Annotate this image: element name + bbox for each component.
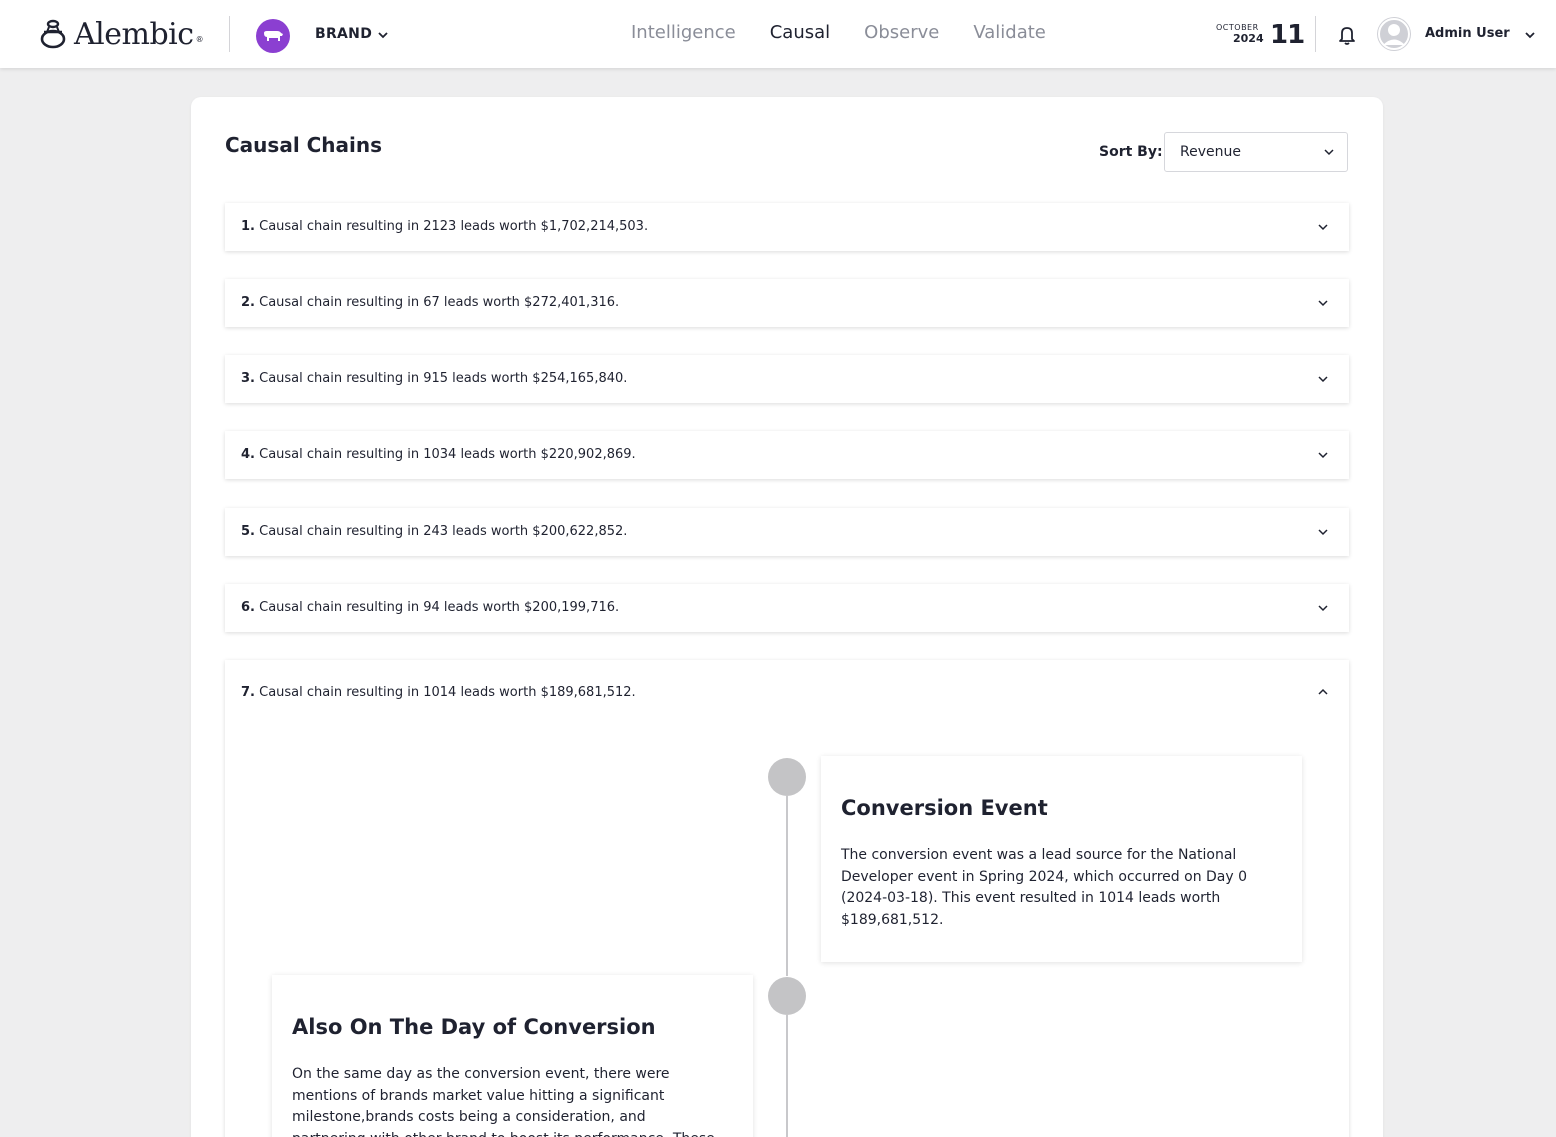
chain-item[interactable]: 4. Causal chain resulting in 1034 leads …	[225, 431, 1349, 479]
chain-number: 4.	[241, 447, 255, 462]
causal-chains-card: Causal Chains Sort By: Revenue 1. Causal…	[191, 97, 1383, 1137]
header-divider	[229, 16, 230, 52]
chain-summary: Causal chain resulting in 94 leads worth…	[259, 600, 620, 615]
chevron-down-icon[interactable]	[1317, 373, 1329, 385]
timeline-connector	[786, 796, 788, 976]
date-year: 2024	[1233, 32, 1264, 45]
sort-by-select[interactable]: Revenue	[1164, 132, 1348, 172]
tab-causal[interactable]: Causal	[770, 22, 830, 43]
chain-item[interactable]: 6. Causal chain resulting in 94 leads wo…	[225, 584, 1349, 632]
page-title: Causal Chains	[225, 133, 383, 157]
timeline-event-card: Conversion Event The conversion event wa…	[821, 756, 1302, 962]
chain-item[interactable]: 1. Causal chain resulting in 2123 leads …	[225, 203, 1349, 251]
chevron-down-icon[interactable]	[1523, 28, 1537, 42]
chevron-down-icon[interactable]	[1317, 449, 1329, 461]
user-silhouette-icon	[1378, 18, 1410, 50]
chain-item[interactable]: 3. Causal chain resulting in 915 leads w…	[225, 355, 1349, 403]
tab-intelligence[interactable]: Intelligence	[631, 22, 736, 43]
chain-item[interactable]: 5. Causal chain resulting in 243 leads w…	[225, 508, 1349, 556]
event-title: Conversion Event	[841, 796, 1048, 820]
sort-by-value: Revenue	[1180, 144, 1241, 160]
chevron-down-icon[interactable]	[1317, 526, 1329, 538]
brand-animal-icon	[264, 31, 283, 41]
event-description: On the same day as the conversion event,…	[292, 1066, 715, 1137]
chain-number: 7.	[241, 685, 255, 700]
user-name[interactable]: Admin User	[1425, 26, 1510, 41]
chevron-up-icon[interactable]	[1317, 686, 1329, 698]
chain-item[interactable]: 2. Causal chain resulting in 67 leads wo…	[225, 279, 1349, 327]
chain-number: 1.	[241, 219, 255, 234]
brand-avatar[interactable]	[256, 19, 290, 53]
date-day: 11	[1270, 20, 1305, 50]
chevron-down-icon[interactable]	[1317, 297, 1329, 309]
user-avatar[interactable]	[1377, 17, 1411, 51]
alembic-flask-icon	[40, 19, 66, 49]
chain-summary: Causal chain resulting in 2123 leads wor…	[259, 219, 649, 234]
chain-item-expanded[interactable]: 7. Causal chain resulting in 1014 leads …	[225, 660, 1349, 1137]
timeline-node	[768, 977, 806, 1015]
chain-summary: Causal chain resulting in 1014 leads wor…	[259, 685, 636, 700]
brand-selector-label[interactable]: BRAND	[315, 26, 372, 42]
event-title: Also On The Day of Conversion	[292, 1015, 656, 1039]
tab-validate[interactable]: Validate	[973, 22, 1046, 43]
chevron-down-icon[interactable]	[376, 28, 390, 42]
chain-number: 3.	[241, 371, 255, 386]
chain-summary: Causal chain resulting in 67 leads worth…	[259, 295, 620, 310]
timeline-event-card: Also On The Day of Conversion On the sam…	[272, 975, 753, 1137]
event-description: The conversion event was a lead source f…	[841, 847, 1248, 928]
date-month: OCTOBER	[1216, 23, 1259, 32]
top-nav-bar: Alembic ® BRAND Intelligence Causal Obse…	[0, 0, 1556, 68]
chevron-down-icon[interactable]	[1317, 602, 1329, 614]
tab-observe[interactable]: Observe	[864, 22, 939, 43]
chevron-down-icon	[1324, 149, 1334, 156]
logo-wordmark: Alembic	[74, 16, 194, 52]
main-nav-tabs: Intelligence Causal Observe Validate	[631, 22, 1080, 43]
chevron-down-icon[interactable]	[1317, 221, 1329, 233]
header-divider	[1315, 16, 1316, 52]
logo-registered-mark: ®	[195, 35, 204, 44]
chain-summary: Causal chain resulting in 243 leads wort…	[259, 524, 628, 539]
bell-icon[interactable]	[1337, 24, 1357, 46]
sort-by-label: Sort By:	[1099, 144, 1163, 160]
chain-summary: Causal chain resulting in 1034 leads wor…	[259, 447, 636, 462]
timeline-connector	[786, 1015, 788, 1137]
chain-number: 2.	[241, 295, 255, 310]
timeline-node	[768, 758, 806, 796]
chain-number: 5.	[241, 524, 255, 539]
alembic-logo[interactable]: Alembic ®	[36, 14, 204, 54]
chain-summary: Causal chain resulting in 915 leads wort…	[259, 371, 628, 386]
chain-number: 6.	[241, 600, 255, 615]
